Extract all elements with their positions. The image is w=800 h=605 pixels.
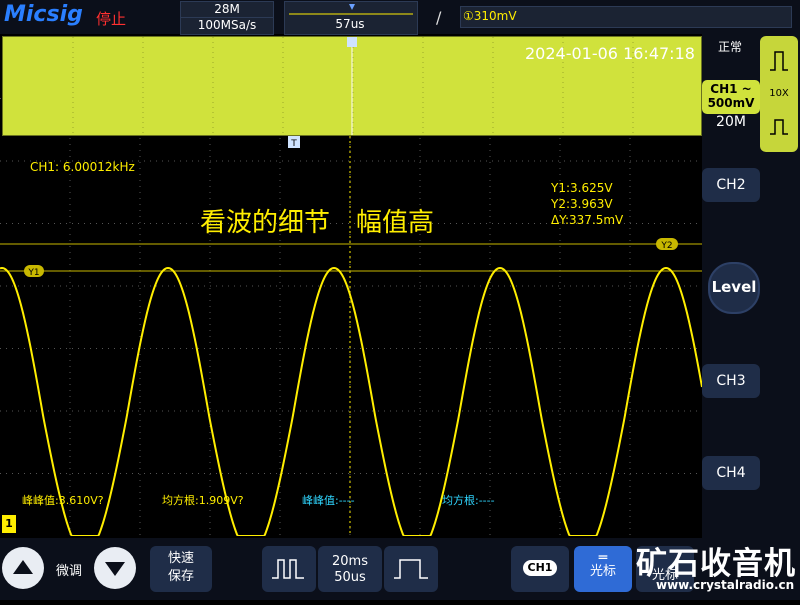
rising-edge-icon[interactable]: /: [436, 8, 441, 27]
cursor-lines-icon: ═: [598, 550, 608, 566]
timebase-decrease-button[interactable]: [262, 546, 316, 592]
probe-ratio[interactable]: 10X: [760, 88, 798, 99]
y1-marker-label: Y1: [27, 268, 39, 278]
y2-marker: Y2: [656, 238, 678, 251]
brand-logo: Micsig: [4, 2, 83, 27]
y2-marker-label: Y2: [660, 241, 672, 251]
quick-save-line2: 保存: [167, 569, 194, 584]
fine-tune-label: 微调: [56, 564, 83, 579]
timebase-top: 20ms: [332, 554, 368, 569]
trigger-level-value: ①310mV: [463, 9, 517, 23]
ch1-ground-marker[interactable]: 1: [2, 515, 16, 533]
time-position-value: 57us: [335, 17, 365, 31]
trigger-position-marker: T: [288, 136, 300, 149]
cursor-dy-value: ΔY:337.5mV: [551, 213, 624, 227]
ch2-button[interactable]: CH2: [702, 168, 760, 202]
sample-rate[interactable]: 100MSa/s: [180, 17, 274, 35]
measure-rms-empty[interactable]: 均方根:----: [442, 492, 495, 508]
ch1-scale: 500mV: [707, 96, 755, 110]
frequency-readout: CH1: 6.00012kHz: [30, 160, 135, 174]
narrow-pulse-icon: [272, 559, 304, 579]
timebase-increase-button[interactable]: [384, 546, 438, 592]
timebase-display[interactable]: 20ms 50us: [318, 546, 382, 592]
level-knob[interactable]: Level: [708, 262, 760, 314]
cursor-button-label: 光标: [589, 564, 616, 579]
timebase-bottom: 50us: [334, 570, 366, 585]
run-status[interactable]: 停止: [96, 8, 126, 29]
watermark-url: www.crystalradio.cn: [656, 578, 795, 592]
down-arrow-button[interactable]: [94, 547, 136, 589]
ch3-button[interactable]: CH3: [702, 364, 760, 398]
cursor-y2-value: Y2:3.963V: [551, 197, 613, 211]
ch1-select-button[interactable]: CH1: [511, 546, 569, 592]
ch1-memory: 20M: [716, 114, 746, 130]
measure-pk-pk-ch1[interactable]: 峰峰值:3.610V?: [22, 492, 104, 508]
ch1-waveform: Y1 Y2 T: [0, 136, 702, 536]
ch4-button[interactable]: CH4: [702, 456, 760, 490]
quick-save-line1: 快速: [167, 551, 194, 566]
triangle-down-icon: [105, 562, 125, 576]
cursor-button[interactable]: ═ 光标: [574, 546, 632, 592]
cursor-readout: Y1:3.625V Y2:3.963V ΔY:337.5mV: [551, 180, 623, 228]
ch1-label: CH1 ~: [710, 82, 752, 96]
y1-marker: Y1: [24, 265, 44, 278]
quick-save-button[interactable]: 快速 保存: [150, 546, 212, 592]
ch1-badge-label: CH1: [527, 561, 553, 574]
measure-pk-pk-empty[interactable]: 峰峰值:----: [302, 492, 355, 508]
trigger-mode[interactable]: 正常: [718, 38, 742, 55]
triangle-up-icon: [13, 560, 33, 574]
ch1-button[interactable]: CH1 ~ 500mV: [702, 80, 760, 114]
cursor-y1-value: Y1:3.625V: [551, 181, 613, 195]
wide-pulse-icon: [394, 559, 428, 579]
watermark-logo: 矿石收音机: [636, 546, 796, 582]
measure-rms-ch1[interactable]: 均方根:1.909V?: [162, 492, 244, 508]
trigger-marker-label: T: [290, 139, 297, 149]
annotation-text: 看波的细节 幅值高: [200, 208, 435, 238]
up-arrow-button[interactable]: [2, 547, 44, 589]
